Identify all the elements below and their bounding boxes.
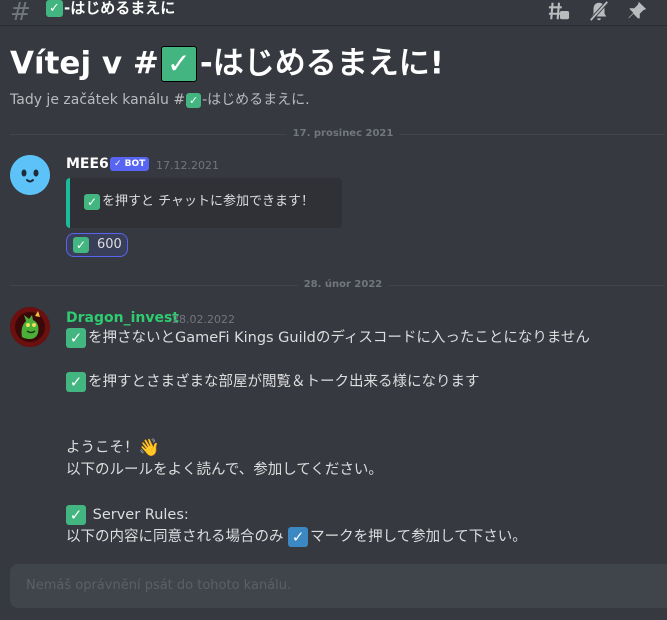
date-divider-label: 17. prosinec 2021 [286, 128, 400, 140]
check-mark-emoji: ✓ [288, 527, 309, 547]
reaction-button[interactable]: ✓ 600 [66, 233, 128, 257]
reaction-count: 600 [97, 237, 122, 252]
message-line: 以下のルールをよく読んで、参加してください。 [66, 462, 383, 478]
avatar[interactable] [10, 307, 50, 347]
date-divider-label: 28. únor 2022 [297, 279, 389, 291]
bot-tag: ✓ BOT [110, 157, 150, 171]
dragon-avatar-icon [10, 307, 50, 347]
check-mark-emoji: ✓ [84, 193, 100, 210]
channel-welcome-subtitle: Tady je začátek kanálu # ✓ -はじめるまえに. [10, 92, 310, 108]
message-line: ✓ Server Rules: [66, 505, 189, 525]
avatar[interactable] [10, 155, 50, 195]
channel-name: -はじめるまえに [64, 0, 176, 17]
message-timestamp: 28.02.2022 [172, 313, 235, 326]
message-line: 以下の内容に同意される場合のみ ✓ マークを押して参加して下さい。 [66, 527, 527, 547]
check-mark-emoji: ✓ [186, 92, 202, 108]
input-placeholder: Nemáš oprávnění psát do tohoto kanálu. [26, 578, 292, 593]
check-mark-emoji: ✓ [66, 328, 86, 348]
message-embed: ✓ を押すと チャットに参加できます！ [66, 178, 342, 228]
channel-welcome-title: Vítej v # ✓ -はじめるまえに! [10, 45, 444, 82]
check-mark-emoji: ✓ [66, 372, 86, 392]
threads-icon[interactable] [548, 0, 570, 22]
check-mark-emoji: ✓ [66, 505, 86, 525]
check-mark-emoji: ✓ [73, 237, 89, 253]
hash-icon: # [10, 0, 31, 26]
message-author[interactable]: MEE6 [66, 155, 109, 173]
pin-icon[interactable] [626, 0, 648, 22]
channel-header: # ✓ -はじめるまえに [0, 0, 667, 26]
mee6-avatar-icon [10, 155, 50, 195]
message-input[interactable]: Nemáš oprávnění psát do tohoto kanálu. [10, 564, 667, 608]
waving-hand-emoji: 👋 [138, 438, 160, 458]
message-line: ✓ を押すとさまざまな部屋が閲覧＆トーク出来る様になります [66, 372, 480, 392]
check-mark-emoji: ✓ [46, 0, 63, 17]
embed-description: ✓ を押すと チャットに参加できます！ [84, 192, 314, 212]
notification-muted-icon[interactable] [588, 0, 610, 22]
message-timestamp: 17.12.2021 [156, 159, 219, 172]
message-line: ✓ を押さないとGameFi Kings Guildのディスコードに入ったことにな… [66, 328, 590, 348]
check-mark-emoji: ✓ [160, 45, 197, 82]
message-author[interactable]: Dragon_invest [66, 309, 179, 327]
message-line: ようこそ！👋 [66, 438, 160, 458]
